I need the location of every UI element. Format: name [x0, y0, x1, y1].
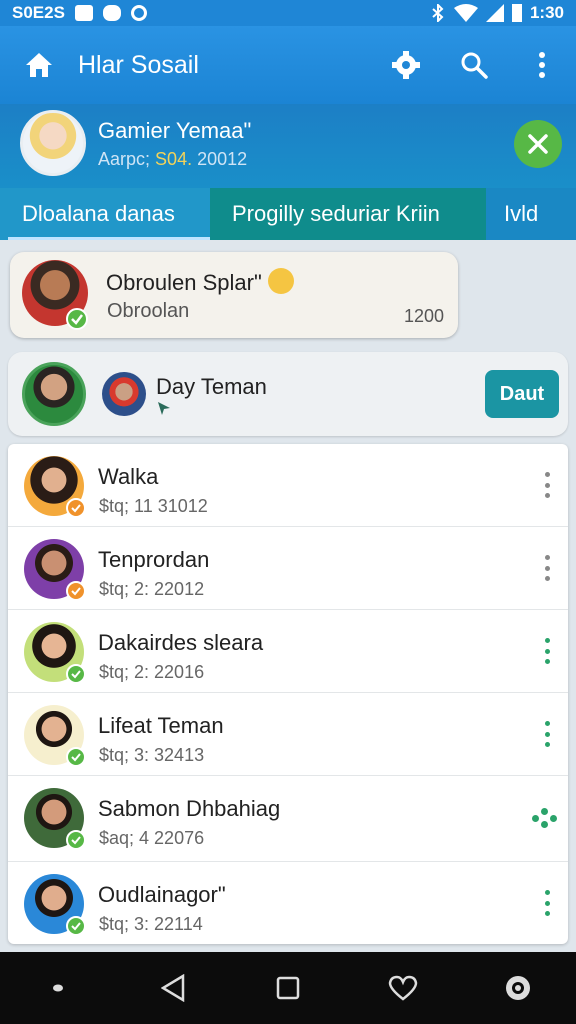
check-icon: [71, 922, 81, 931]
contact-name: Sabmon Dhbahiag: [98, 796, 281, 821]
contact-meta: $tq; 3: 22114: [99, 914, 203, 934]
add-friend-button[interactable]: Daut: [485, 370, 559, 418]
status-badge: [66, 664, 86, 684]
more-vertical-icon[interactable]: [540, 721, 554, 747]
contact-meta: $tq; 11 31012: [99, 496, 208, 516]
more-options-button[interactable]: [508, 52, 576, 78]
search-icon: [461, 52, 488, 79]
grid-icon[interactable]: [532, 808, 558, 828]
check-icon: [71, 587, 81, 596]
check-icon: [71, 836, 81, 845]
favorite-button[interactable]: [373, 958, 433, 1018]
avatar[interactable]: [22, 362, 86, 426]
avatar[interactable]: [102, 372, 146, 416]
camera-icon: [506, 976, 531, 1000]
list-item[interactable]: Lifeat Teman $tq; 3: 32413: [8, 693, 568, 776]
camera-button[interactable]: [488, 958, 548, 1018]
list-item[interactable]: Dakairdes sleara $tq; 2: 22016: [8, 610, 568, 693]
avatar[interactable]: [20, 110, 86, 176]
tab-dloalana[interactable]: Dloalana danas: [0, 188, 298, 240]
tab-progilly[interactable]: Progilly seduriar Kriin: [210, 188, 486, 240]
contact-meta: $tq; 2: 22016: [99, 662, 205, 682]
home-icon: [26, 53, 52, 77]
tab-label: Dloalana danas: [22, 201, 175, 226]
contact-name: Dakairdes sleara: [98, 630, 264, 655]
status-time: 1:30: [529, 3, 564, 22]
cursor-icon: [158, 402, 170, 415]
more-vertical-icon: [539, 52, 545, 78]
friend-label: Day Teman: [156, 374, 267, 399]
list-item[interactable]: Sabmon Dhbahiag $aq; 4 22076: [8, 776, 568, 862]
contact-name: Walka: [98, 464, 159, 489]
settings-icon: [392, 51, 420, 79]
search-button[interactable]: [440, 51, 508, 79]
friend-suggestion-card: Day Teman Daut: [8, 352, 568, 436]
bluetooth-icon: [432, 4, 444, 22]
home-button[interactable]: [0, 52, 78, 78]
system-nav-bar: [0, 952, 576, 1024]
message-icon: [102, 5, 121, 21]
chat-count: 1200: [403, 306, 444, 326]
status-carrier: S0E2S: [12, 3, 65, 22]
list-item[interactable]: Walka $tq; 11 31012: [8, 444, 568, 527]
wifi-icon: [453, 4, 478, 22]
more-vertical-icon[interactable]: [540, 890, 554, 916]
app-title: Hlar Sosail: [78, 50, 199, 79]
chat-title-text: Obroulen Splar": [106, 270, 262, 295]
contact-name: Lifeat Teman: [98, 713, 224, 738]
contact-list: Walka $tq; 11 31012 Tenprordan $tq; 2: 2…: [8, 444, 568, 944]
tab-bar: Dloalana danas Progilly seduriar Kriin I…: [0, 188, 576, 240]
status-badge: [66, 581, 86, 601]
status-badge: [66, 916, 86, 936]
close-button[interactable]: [514, 120, 562, 168]
status-bar: S0E2S 1:30: [0, 0, 576, 26]
more-vertical-icon[interactable]: [540, 638, 554, 664]
battery-icon: [511, 4, 522, 22]
gallery-icon: [74, 5, 93, 21]
back-button[interactable]: [143, 958, 203, 1018]
check-icon: [71, 753, 81, 762]
close-icon: [528, 134, 548, 154]
home-nav-button[interactable]: [258, 958, 318, 1018]
chat-subtitle: Obroolan: [107, 300, 190, 322]
location-icon: [130, 5, 147, 21]
emoji-icon: [267, 268, 294, 294]
check-icon: [71, 504, 81, 513]
contact-meta: $tq; 3: 32413: [99, 745, 205, 765]
back-icon: [160, 974, 185, 1002]
dot-icon: [52, 984, 63, 992]
profile-date-prefix: Aarpc;: [98, 149, 151, 169]
contact-name: Oudlainagor": [98, 882, 226, 907]
chat-card[interactable]: Obroulen Splar" Obroolan 1200: [10, 252, 458, 338]
more-vertical-icon[interactable]: [540, 472, 554, 498]
app-bar: Hlar Sosail: [0, 26, 576, 104]
profile-date-suffix: 20012: [197, 149, 248, 169]
check-icon: [71, 314, 83, 325]
status-badge: [66, 498, 86, 518]
home-square-icon: [276, 976, 300, 1000]
contact-name: Tenprordan: [98, 547, 210, 572]
check-icon: [71, 670, 81, 679]
settings-button[interactable]: [372, 50, 440, 80]
dot-button[interactable]: [28, 958, 88, 1018]
status-badge: [66, 747, 86, 767]
online-badge: [66, 308, 88, 330]
tab-ivld[interactable]: Ivld: [486, 188, 576, 240]
more-vertical-icon[interactable]: [540, 555, 554, 581]
tab-label: Progilly seduriar Kriin: [232, 201, 440, 226]
signal-icon: [485, 4, 504, 22]
list-item[interactable]: Oudlainagor" $tq; 3: 22114: [8, 862, 568, 945]
tab-label: Ivld: [504, 201, 539, 226]
profile-name: Gamier Yemaa": [98, 118, 252, 143]
heart-icon: [388, 975, 418, 1001]
status-badge: [66, 830, 86, 850]
profile-header: Gamier Yemaa" Aarpc; S04. 20012: [0, 104, 576, 188]
contact-meta: $tq; 2: 22012: [99, 579, 205, 599]
chat-title: Obroulen Splar": [106, 268, 294, 296]
profile-date-highlight: S04.: [155, 149, 193, 169]
contact-meta: $aq; 4 22076: [99, 828, 205, 848]
profile-date: Aarpc; S04. 20012: [98, 149, 247, 170]
list-item[interactable]: Tenprordan $tq; 2: 22012: [8, 527, 568, 610]
